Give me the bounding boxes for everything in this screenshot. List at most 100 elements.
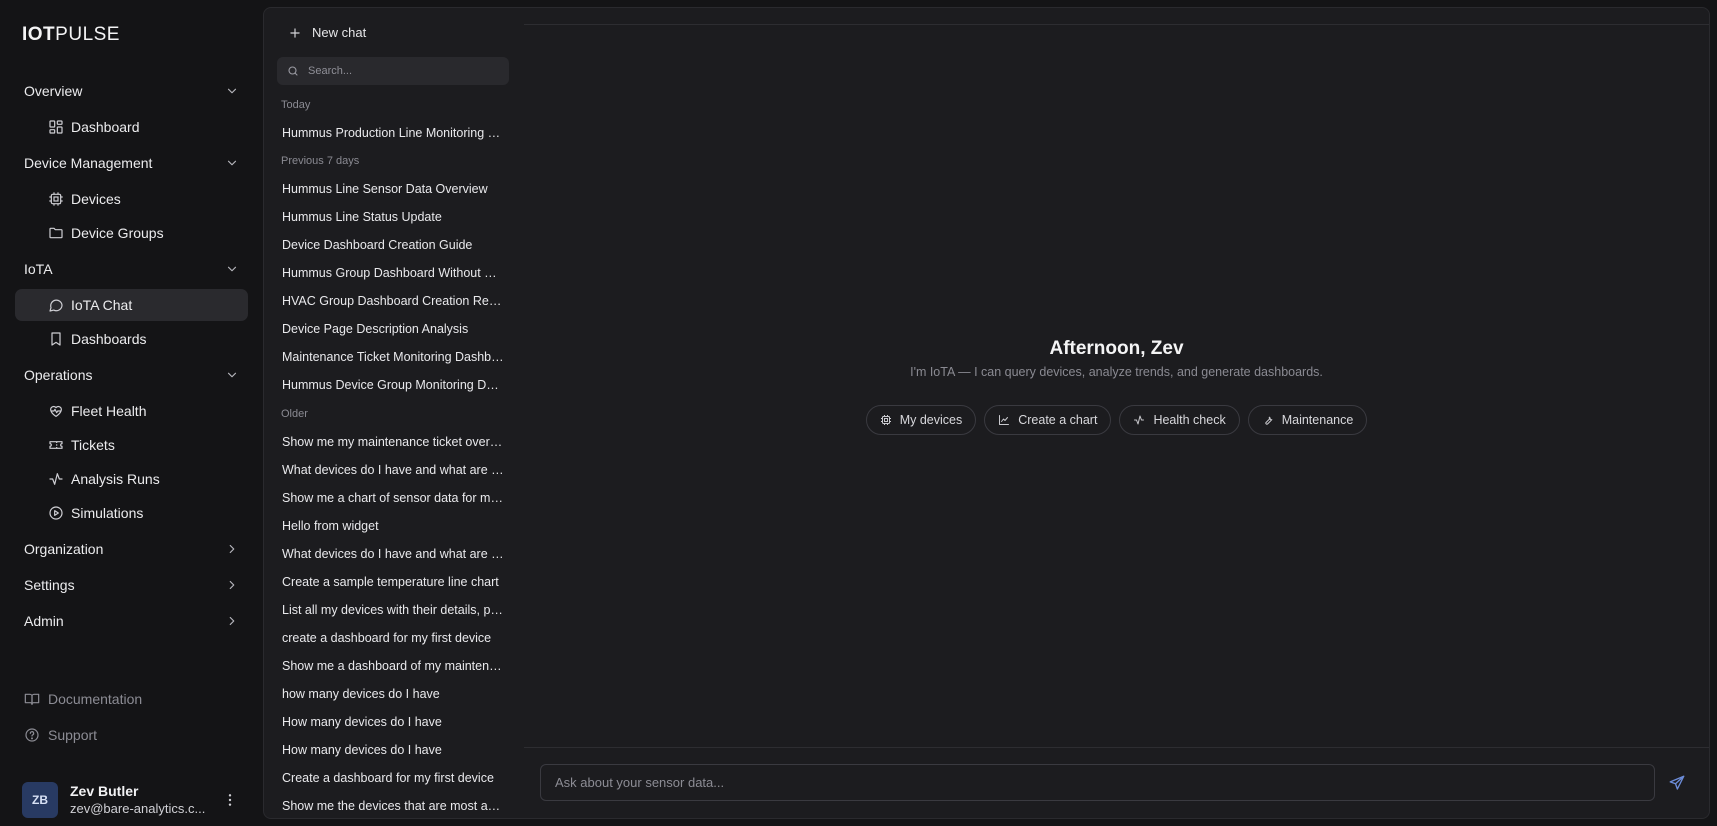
search-icon [288, 66, 298, 76]
chat-item[interactable]: Hummus Group Dashboard Without Charts [282, 266, 504, 280]
chat-item[interactable]: Show me a chart of sensor data for my de… [282, 491, 504, 505]
sidebar-item-label: Dashboards [71, 331, 147, 347]
nav-group-label: Admin [24, 613, 64, 629]
avatar: ZB [22, 782, 58, 818]
bookmark-icon [51, 332, 61, 346]
sidebar-item-simulations[interactable]: Simulations [15, 497, 248, 529]
user-profile[interactable]: ZB Zev Butler zev@bare-analytics.c... [22, 782, 248, 818]
suggestion-chips: My devices Create a chart Health check M… [524, 405, 1709, 435]
activity-icon [1134, 415, 1145, 425]
brand-logo-bold: IOT [22, 24, 56, 45]
support-link[interactable]: Support [15, 719, 248, 751]
brand-logo[interactable]: IOT PULSE [22, 24, 120, 46]
chat-item[interactable]: Create a sample temperature line chart [282, 575, 504, 589]
send-icon[interactable] [1668, 774, 1686, 792]
chat-item[interactable]: How many devices do I have [282, 743, 504, 757]
chat-item[interactable]: Maintenance Ticket Monitoring Dashboard [282, 350, 504, 364]
chip-label: Health check [1153, 413, 1226, 427]
sidebar-nav: Overview Dashboard Device Management Dev… [15, 73, 248, 639]
chip-health-check[interactable]: Health check [1119, 405, 1240, 435]
chat-item[interactable]: Show me the devices that are most active [282, 799, 504, 813]
sidebar-item-label: Simulations [71, 505, 144, 521]
chevron-right-icon [229, 616, 235, 626]
new-chat-button[interactable]: New chat [288, 25, 366, 40]
section-label-older: Older [281, 408, 308, 420]
sidebar-item-tickets[interactable]: Tickets [15, 429, 248, 461]
sidebar-item-label: Device Groups [71, 225, 164, 241]
layout-dashboard-icon [49, 120, 63, 134]
documentation-link[interactable]: Documentation [15, 683, 248, 715]
folder-icon [49, 227, 63, 239]
greeting-title: Afternoon, Zev [1049, 338, 1184, 359]
nav-group-organization[interactable]: Organization [15, 531, 248, 567]
chat-item[interactable]: how many devices do I have [282, 687, 504, 701]
chat-history: New chat Today Hummus Production Line Mo… [264, 8, 524, 818]
chevron-down-icon [227, 372, 237, 378]
chat-item[interactable]: Hummus Device Group Monitoring Dashboard [282, 378, 504, 392]
chat-item[interactable]: Hummus Production Line Monitoring Dashbo… [282, 126, 504, 140]
divider [524, 747, 1709, 748]
sidebar-item-device-groups[interactable]: Device Groups [15, 217, 248, 249]
chip-create-a-chart[interactable]: Create a chart [984, 405, 1112, 435]
nav-group-overview[interactable]: Overview [15, 73, 248, 109]
chat-item[interactable]: Device Page Description Analysis [282, 322, 504, 336]
sidebar-item-dashboard[interactable]: Dashboard [15, 111, 248, 143]
divider [524, 24, 1709, 25]
nav-group-admin[interactable]: Admin [15, 603, 248, 639]
chat-item[interactable]: HVAC Group Dashboard Creation Request [282, 294, 504, 308]
sidebar-item-dashboards[interactable]: Dashboards [15, 323, 248, 355]
support-label: Support [48, 727, 98, 743]
user-name: Zev Butler [70, 783, 139, 799]
sidebar-item-label: Tickets [71, 437, 115, 453]
chat-item[interactable]: Device Dashboard Creation Guide [282, 238, 504, 252]
ticket-icon [49, 441, 63, 449]
sidebar-item-label: Analysis Runs [71, 471, 160, 487]
wrench-icon [1265, 416, 1273, 425]
chip-my-devices[interactable]: My devices [865, 405, 977, 435]
new-chat-label: New chat [312, 25, 367, 40]
chat-item[interactable]: Show me my maintenance ticket overview [282, 435, 504, 449]
cpu-icon [880, 415, 891, 425]
chip-label: Create a chart [1018, 413, 1098, 427]
chat-item[interactable]: How many devices do I have [282, 715, 504, 729]
chat-item[interactable]: List all my devices with their details, … [282, 603, 504, 617]
chat-panel: New chat Today Hummus Production Line Mo… [263, 7, 1710, 819]
sidebar-item-analysis-runs[interactable]: Analysis Runs [15, 463, 248, 495]
nav-group-settings[interactable]: Settings [15, 567, 248, 603]
nav-group-operations[interactable]: Operations [15, 357, 248, 393]
chat-item[interactable]: Hummus Line Sensor Data Overview [282, 182, 504, 196]
message-input[interactable] [553, 774, 1654, 791]
user-info: Zev Butler zev@bare-analytics.c... [70, 783, 205, 817]
more-vertical-icon[interactable] [222, 792, 238, 808]
chat-item[interactable]: Create a dashboard for my first device [282, 771, 504, 785]
chat-item[interactable]: Hello from widget [282, 519, 504, 533]
sidebar: IOT PULSE Overview Dashboard Device Manag… [0, 0, 262, 826]
nav-group-label: Operations [24, 367, 93, 383]
play-circle-icon [49, 506, 63, 520]
chip-maintenance[interactable]: Maintenance [1247, 405, 1368, 435]
sidebar-item-fleet-health[interactable]: Fleet Health [15, 395, 248, 427]
chat-item[interactable]: Hummus Line Status Update [282, 210, 504, 224]
sidebar-item-devices[interactable]: Devices [15, 183, 248, 215]
activity-icon [49, 473, 63, 485]
chat-item[interactable]: What devices do I have and what are they [282, 547, 504, 561]
sidebar-item-label: IoTA Chat [71, 297, 133, 313]
nav-group-label: Settings [24, 577, 75, 593]
nav-group-label: IoTA [24, 261, 53, 277]
sidebar-item-iota-chat[interactable]: IoTA Chat [15, 289, 248, 321]
message-input-box [540, 764, 1655, 801]
chevron-right-icon [229, 544, 235, 554]
chat-item[interactable]: Show me a dashboard of my maintenance ti… [282, 659, 504, 673]
nav-group-iota[interactable]: IoTA [15, 251, 248, 287]
nav-group-device-management[interactable]: Device Management [15, 145, 248, 181]
chevron-right-icon [229, 580, 235, 590]
chevron-down-icon [227, 266, 237, 272]
brand-logo-light: PULSE [55, 24, 120, 45]
chat-search-input[interactable] [306, 64, 500, 78]
chevron-down-icon [227, 160, 237, 166]
chat-item[interactable]: What devices do I have and what are they [282, 463, 504, 477]
nav-group-label: Organization [24, 541, 104, 557]
message-circle-icon [49, 299, 63, 312]
chip-label: Maintenance [1281, 413, 1354, 427]
chat-item[interactable]: create a dashboard for my first device [282, 631, 504, 645]
